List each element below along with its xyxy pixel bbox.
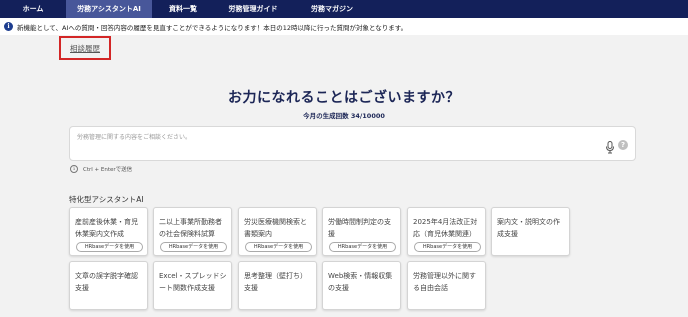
- assistant-card-label: 二以上事業所勤務者の社会保険料試算: [159, 218, 222, 238]
- notice-bar: i 新機能として、AIへの質問・回答内容の履歴を見直すことができるようになります…: [0, 18, 688, 35]
- history-link[interactable]: 相談履歴: [70, 43, 100, 54]
- nav-home[interactable]: ホーム: [0, 0, 66, 18]
- assistant-card[interactable]: 2025年4月法改正対応（育児休業関連） HRbaseデータを使用: [407, 207, 486, 256]
- assistant-card[interactable]: 二以上事業所勤務者の社会保険料試算 HRbaseデータを使用: [153, 207, 232, 256]
- chat-placeholder: 労務管理に関する内容をご相談ください。: [77, 134, 192, 141]
- nav-guide[interactable]: 労務管理ガイド: [214, 0, 292, 18]
- nav-magazine[interactable]: 労務マガジン: [292, 0, 372, 18]
- assistant-card[interactable]: 産前産後休業・育児休業案内文作成 HRbaseデータを使用: [69, 207, 148, 256]
- data-badge: HRbaseデータを使用: [76, 242, 143, 252]
- assistant-card-label: 文章の誤字脱字確認支援: [75, 272, 138, 292]
- assistant-card-label: 労務管理以外に関する自由会話: [413, 272, 476, 292]
- assistant-card-label: 案内文・説明文の作成支援: [497, 218, 560, 238]
- send-hint-text: Ctrl + Enterで送信: [83, 167, 133, 173]
- assistant-card[interactable]: 労災医療機関検索と書類案内 HRbaseデータを使用: [238, 207, 317, 256]
- assistant-card-label: 労働時間制判定の支援: [328, 218, 391, 238]
- data-badge: HRbaseデータを使用: [245, 242, 312, 252]
- chat-input[interactable]: 労務管理に関する内容をご相談ください。 ?: [69, 126, 636, 161]
- section-title: 特化型アシスタントAI: [69, 195, 144, 204]
- notice-text: 新機能として、AIへの質問・回答内容の履歴を見直すことができるようになります！本…: [17, 23, 408, 32]
- top-nav: ホーム 労務アシスタントAI 資料一覧 労務管理ガイド 労務マガジン: [0, 0, 688, 18]
- question-icon[interactable]: ?: [618, 140, 628, 150]
- history-link-highlight: 相談履歴: [59, 36, 111, 60]
- nav-assistant-ai[interactable]: 労務アシスタントAI: [66, 0, 152, 18]
- data-badge: HRbaseデータを使用: [414, 242, 481, 252]
- assistant-card[interactable]: 思考整理（壁打ち）支援: [238, 261, 317, 310]
- assistant-card[interactable]: Excel・スプレッドシート関数作成支援: [153, 261, 232, 310]
- data-badge: HRbaseデータを使用: [160, 242, 227, 252]
- generation-count: 今月の生成回数 34/10000: [303, 112, 385, 120]
- assistant-card-label: 労災医療機関検索と書類案内: [244, 218, 307, 238]
- assistant-card-label: 産前産後休業・育児休業案内文作成: [75, 218, 138, 238]
- assistant-card-label: 思考整理（壁打ち）支援: [244, 272, 307, 292]
- page-title: お力になれることはございますか？: [228, 90, 460, 106]
- info-circle-icon: i: [70, 165, 78, 173]
- assistant-card[interactable]: 労働時間制判定の支援 HRbaseデータを使用: [322, 207, 401, 256]
- send-hint: i Ctrl + Enterで送信: [70, 165, 132, 173]
- assistant-card[interactable]: 案内文・説明文の作成支援: [491, 207, 570, 256]
- assistant-card-label: Excel・スプレッドシート関数作成支援: [159, 272, 227, 292]
- assistant-card[interactable]: 文章の誤字脱字確認支援: [69, 261, 148, 310]
- assistant-card-label: Web検索・情報収集の支援: [328, 272, 393, 292]
- assistant-card-label: 2025年4月法改正対応（育児休業関連）: [413, 218, 478, 238]
- data-badge: HRbaseデータを使用: [329, 242, 396, 252]
- microphone-icon[interactable]: [605, 139, 615, 154]
- assistant-card[interactable]: Web検索・情報収集の支援: [322, 261, 401, 310]
- nav-documents[interactable]: 資料一覧: [152, 0, 214, 18]
- info-icon: i: [4, 22, 13, 31]
- assistant-card[interactable]: 労務管理以外に関する自由会話: [407, 261, 486, 310]
